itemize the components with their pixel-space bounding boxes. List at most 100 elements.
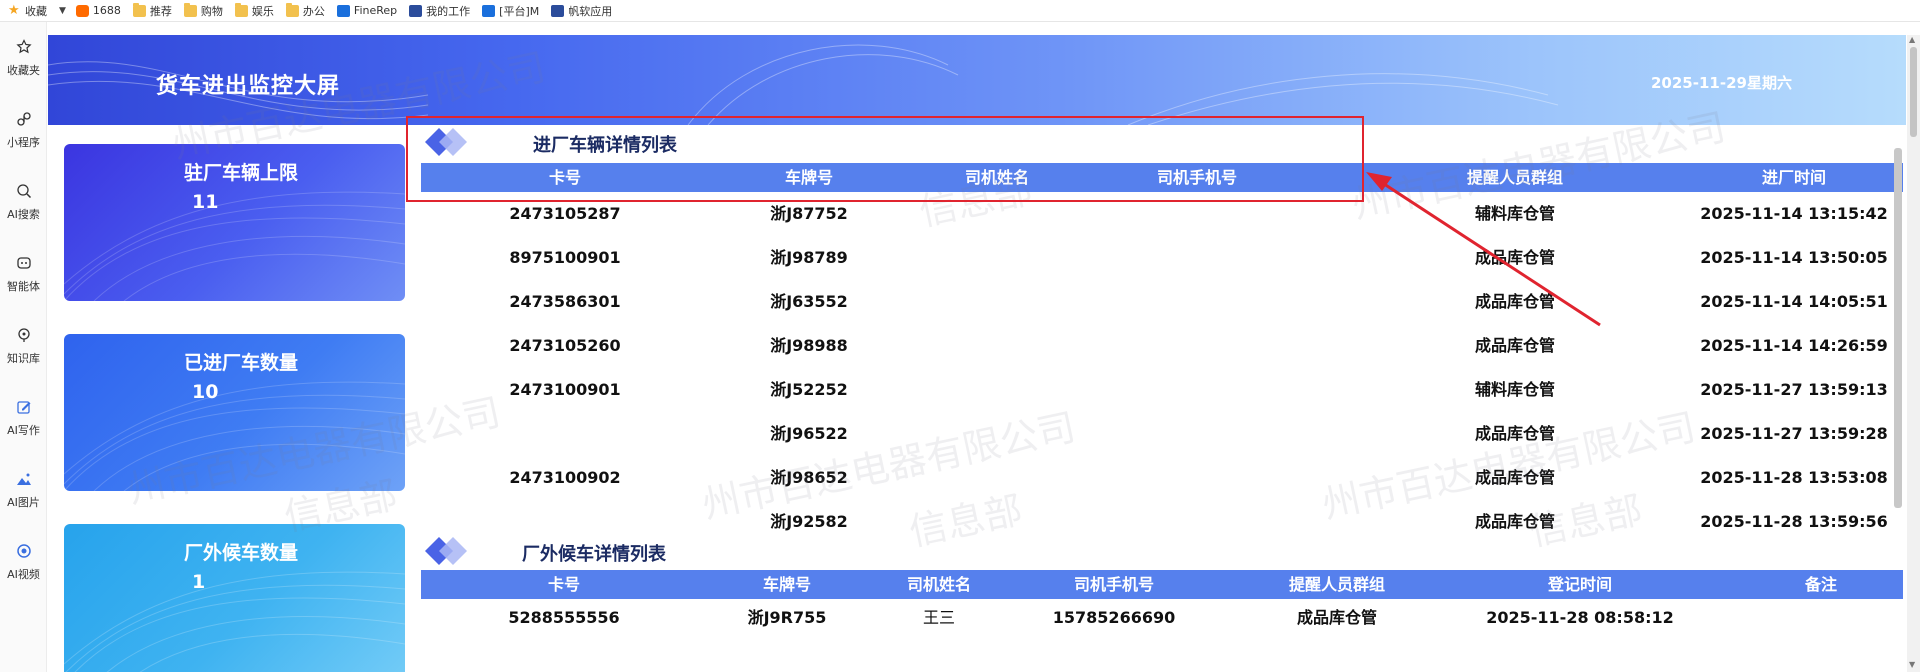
bookmark-entertainment[interactable]: 娱乐 [234, 2, 274, 19]
table-row[interactable]: 浙J92582 成品库仓管 2025-11-28 13:59:56 [421, 500, 1903, 544]
bookmark-my-work[interactable]: 我的工作 [409, 3, 470, 19]
bookmark-label: [平台]M [499, 4, 540, 18]
bookmark-label: FineRep [353, 4, 398, 17]
cell-time: 2025-11-14 14:05:51 [1700, 292, 1888, 311]
bookmark-label: 购物 [200, 4, 223, 18]
sidebar-label: AI写作 [7, 424, 40, 437]
bookmark-recommend[interactable]: 推荐 [132, 2, 172, 19]
write-icon [15, 398, 33, 416]
scrollbar-thumb[interactable] [1894, 148, 1902, 508]
column-header: 司机姓名 [906, 575, 972, 594]
chevron-down-icon[interactable]: ▼ [59, 6, 66, 16]
image-icon [15, 470, 33, 488]
cell-time: 2025-11-27 13:59:13 [1700, 380, 1888, 399]
dashboard-header: 货车进出监控大屏 2025-11-29星期六 [48, 35, 1906, 125]
page-scrollbar[interactable]: ▲ ▼ [1907, 35, 1920, 672]
bookmark-finereport[interactable]: FineRep [336, 4, 398, 17]
sidebar-label: 小程序 [7, 136, 40, 149]
sidebar-item-ai-image[interactable]: AI图片 [0, 454, 47, 526]
waiting-table-header: 卡号 车牌号 司机姓名 司机手机号 提醒人员群组 登记时间 备注 [421, 570, 1903, 599]
sidebar-label: 收藏夹 [7, 64, 40, 77]
sidebar-label: 智能体 [7, 280, 40, 293]
column-header: 提醒人员群组 [1288, 575, 1386, 594]
cell-phone: 15785266690 [1052, 608, 1176, 627]
scroll-up-icon[interactable]: ▲ [1909, 35, 1915, 44]
cell-group: 辅料库仓管 [1474, 380, 1556, 399]
cell-card-no: 2473100901 [509, 380, 621, 399]
star-icon: ★ [8, 2, 20, 18]
sidebar-label: 知识库 [7, 352, 40, 365]
cell-time: 2025-11-28 13:53:08 [1700, 468, 1888, 487]
sidebar-item-mini-program[interactable]: 小程序 [0, 94, 47, 166]
agent-icon [15, 254, 33, 272]
cell-plate: 浙J98789 [770, 248, 848, 267]
finereport-icon [336, 4, 350, 17]
card-value: 11 [192, 191, 219, 213]
card-label: 已进厂车数量 [184, 352, 299, 374]
card-value: 10 [192, 381, 219, 403]
scroll-down-icon[interactable]: ▼ [1909, 660, 1915, 669]
cell-plate: 浙J52252 [770, 380, 848, 399]
cell-driver: 王三 [922, 608, 956, 627]
cell-group: 成品库仓管 [1474, 292, 1556, 311]
table-scrollbar[interactable] [1892, 140, 1904, 538]
scrollbar-thumb[interactable] [1910, 47, 1917, 137]
page-title: 货车进出监控大屏 [156, 74, 341, 99]
star-outline-icon [15, 38, 33, 56]
bookmark-office[interactable]: 办公 [285, 2, 325, 19]
sidebar-item-favorites[interactable]: 收藏夹 [0, 22, 47, 94]
table-row[interactable]: 浙J96522 成品库仓管 2025-11-27 13:59:28 [421, 412, 1903, 456]
cell-time: 2025-11-28 08:58:12 [1486, 608, 1674, 627]
folder-icon [234, 2, 248, 17]
sidebar-label: AI视频 [7, 568, 40, 581]
sidebar-item-agent[interactable]: 智能体 [0, 238, 47, 310]
waiting-table-title: 厂外候车详情列表 [522, 544, 666, 565]
browser-sidebar: 收藏夹 小程序 AI搜索 智能体 知识库 AI写作 AI图片 AI视频 [0, 22, 47, 672]
sidebar-item-knowledge[interactable]: 知识库 [0, 310, 47, 382]
bookmark-fanruan-app[interactable]: 帆软应用 [551, 3, 612, 19]
cell-card-no: 2473100902 [509, 468, 621, 487]
cell-card-no: 5288555556 [508, 608, 620, 627]
bookmark-label: 1688 [92, 4, 121, 17]
folder-icon [132, 2, 146, 17]
table-row[interactable]: 2473100902 浙J98652 成品库仓管 2025-11-28 13:5… [421, 456, 1903, 500]
folder-icon [285, 2, 299, 17]
bookmarks-bar: ★ 收藏 ▼ 1688 推荐 购物 娱乐 办公 FineRep 我的工作 [平台… [0, 0, 1920, 22]
table-row[interactable]: 2473105260 浙J98988 成品库仓管 2025-11-14 14:2… [421, 324, 1903, 368]
table-row[interactable]: 5288555556 浙J9R755 王三 15785266690 成品库仓管 … [421, 596, 1903, 640]
column-header: 车牌号 [762, 575, 812, 594]
app-icon [551, 4, 565, 17]
column-header: 提醒人员群组 [1466, 168, 1564, 187]
sidebar-item-ai-write[interactable]: AI写作 [0, 382, 47, 454]
bookmark-favorites[interactable]: ★ 收藏 [8, 3, 47, 19]
cell-plate: 浙J63552 [770, 292, 848, 311]
table-row[interactable]: 2473100901 浙J52252 辅料库仓管 2025-11-27 13:5… [421, 368, 1903, 412]
cell-plate: 浙J98988 [770, 336, 848, 355]
bookmark-1688[interactable]: 1688 [75, 4, 121, 17]
bookmark-shopping[interactable]: 购物 [183, 2, 223, 19]
annotation-highlight-box [406, 116, 1364, 202]
bookmark-label: 推荐 [149, 4, 172, 18]
mini-program-icon [15, 110, 33, 128]
app-icon [482, 4, 496, 17]
folder-icon [183, 2, 197, 17]
app-icon [409, 4, 423, 17]
cell-time: 2025-11-27 13:59:28 [1700, 424, 1888, 443]
column-header: 进厂时间 [1761, 168, 1827, 187]
cell-group: 成品库仓管 [1474, 248, 1556, 267]
sidebar-label: AI搜索 [7, 208, 40, 221]
cell-card-no: 2473586301 [509, 292, 621, 311]
1688-icon [75, 4, 89, 17]
bookmark-platform[interactable]: [平台]M [482, 3, 539, 19]
column-header: 卡号 [547, 575, 581, 594]
card-value: 1 [192, 571, 206, 593]
cell-group: 成品库仓管 [1474, 424, 1556, 443]
table-row[interactable]: 2473586301 浙J63552 成品库仓管 2025-11-14 14:0… [421, 280, 1903, 324]
table-row[interactable]: 8975100901 浙J98789 成品库仓管 2025-11-14 13:5… [421, 236, 1903, 280]
sidebar-item-ai-video[interactable]: AI视频 [0, 526, 47, 598]
card-parking-limit: 驻厂车辆上限 11 [64, 144, 405, 301]
cell-group: 成品库仓管 [1474, 512, 1556, 531]
card-label: 驻厂车辆上限 [184, 162, 299, 184]
sidebar-item-ai-search[interactable]: AI搜索 [0, 166, 47, 238]
cell-group: 成品库仓管 [1474, 336, 1556, 355]
